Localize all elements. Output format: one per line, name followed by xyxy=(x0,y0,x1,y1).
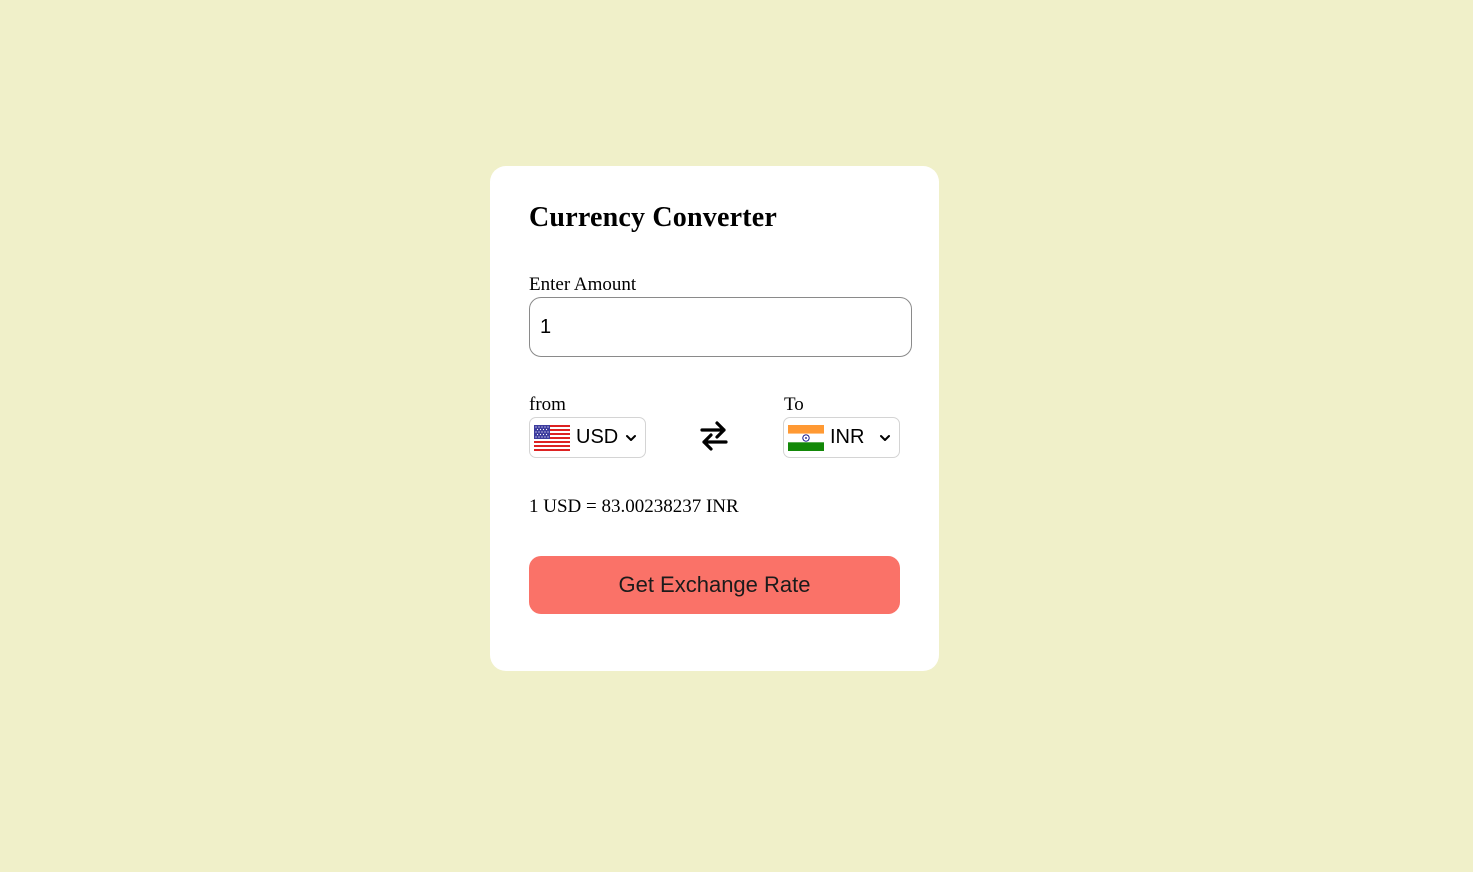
amount-input[interactable] xyxy=(529,297,912,357)
to-currency-code: INR xyxy=(830,426,865,448)
swap-currencies-icon[interactable] xyxy=(698,419,730,453)
amount-label: Enter Amount xyxy=(529,274,637,295)
exchange-rate-result: 1 USD = 83.00238237 INR xyxy=(529,496,739,517)
us-flag-icon xyxy=(534,424,570,451)
from-currency-select[interactable]: USD xyxy=(529,417,646,458)
from-currency-code: USD xyxy=(576,426,619,448)
get-exchange-rate-button[interactable]: Get Exchange Rate xyxy=(529,556,900,614)
chevron-down-icon xyxy=(625,431,637,443)
to-currency-select[interactable]: INR xyxy=(783,417,900,458)
from-label: from xyxy=(529,394,566,415)
to-label: To xyxy=(784,394,804,415)
converter-card: Currency Converter Enter Amount from xyxy=(490,166,939,671)
chevron-down-icon xyxy=(879,431,891,443)
page-title: Currency Converter xyxy=(529,202,777,233)
india-flag-icon xyxy=(788,424,824,451)
